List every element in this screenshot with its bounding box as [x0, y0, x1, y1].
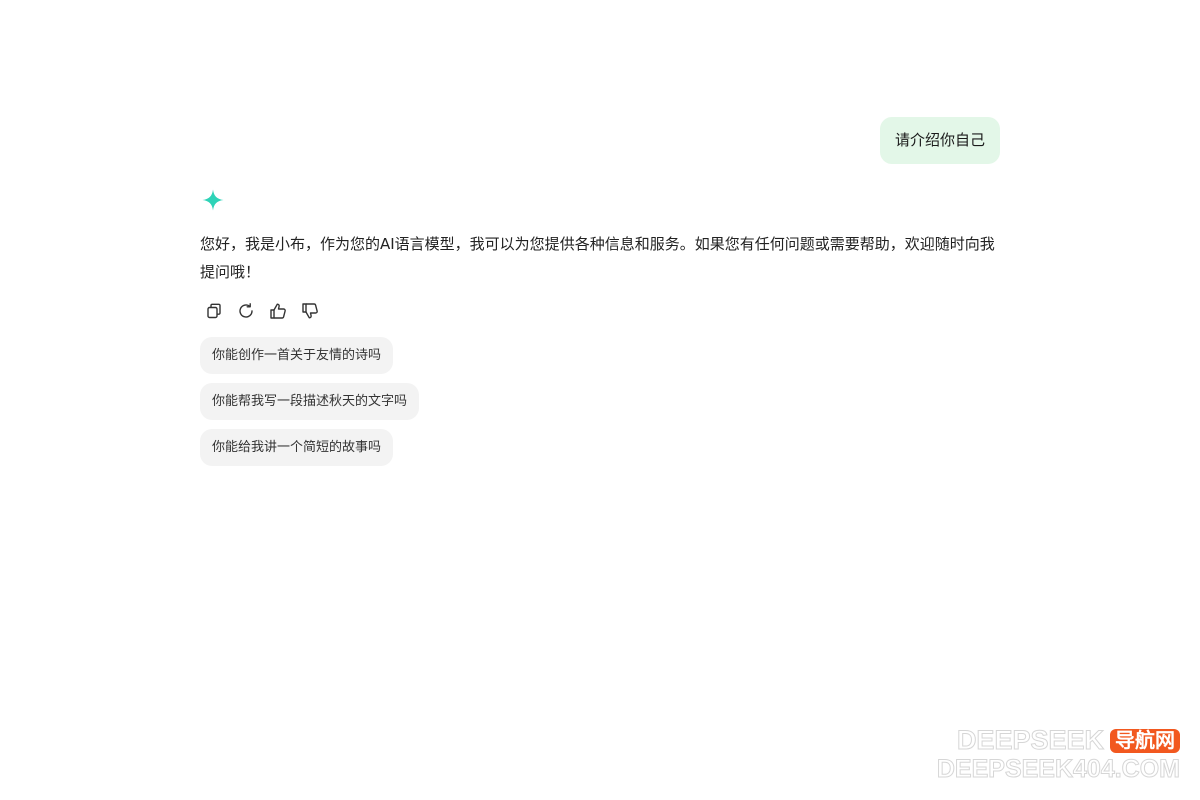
watermark-brand-row: DEEPSEEK 导航网 [937, 725, 1180, 755]
assistant-reply-text: 您好，我是小布，作为您的AI语言模型，我可以为您提供各种信息和服务。如果您有任何… [200, 235, 995, 281]
watermark-badge: 导航网 [1110, 728, 1180, 753]
copy-icon [207, 303, 221, 319]
thumbs-down-icon [302, 303, 318, 319]
suggestion-chip[interactable]: 你能创作一首关于友情的诗吗 [200, 337, 394, 374]
watermark: DEEPSEEK 导航网 DEEPSEEK404.COM [936, 725, 1180, 783]
watermark-url: DEEPSEEK404.COM [936, 755, 1180, 783]
sparkle-icon [202, 189, 224, 211]
suggestion-chip[interactable]: 你能帮我写一段描述秋天的文字吗 [200, 383, 420, 420]
suggested-questions: 你能创作一首关于友情的诗吗 你能帮我写一段描述秋天的文字吗 你能给我讲一个简短的… [200, 337, 1000, 466]
chat-thread: 请介绍你自己 您好，我是小布，作为您的AI语言模型，我可以为您提供各种信息和服务… [200, 117, 1000, 466]
regenerate-button[interactable] [235, 300, 257, 322]
watermark-brand: DEEPSEEK [956, 725, 1104, 755]
user-message-bubble: 请介绍你自己 [879, 117, 1000, 164]
assistant-message: 您好，我是小布，作为您的AI语言模型，我可以为您提供各种信息和服务。如果您有任何… [200, 188, 1000, 466]
suggestion-chip[interactable]: 你能给我讲一个简短的故事吗 [200, 429, 394, 466]
dislike-button[interactable] [299, 300, 321, 322]
copy-button[interactable] [203, 300, 225, 322]
chat-page: 请介绍你自己 您好，我是小布，作为您的AI语言模型，我可以为您提供各种信息和服务… [0, 0, 1200, 800]
user-message-row: 请介绍你自己 [200, 117, 1000, 164]
like-button[interactable] [267, 300, 289, 322]
regenerate-icon [239, 303, 253, 318]
message-actions [200, 300, 1000, 322]
thumbs-up-icon [270, 303, 286, 319]
